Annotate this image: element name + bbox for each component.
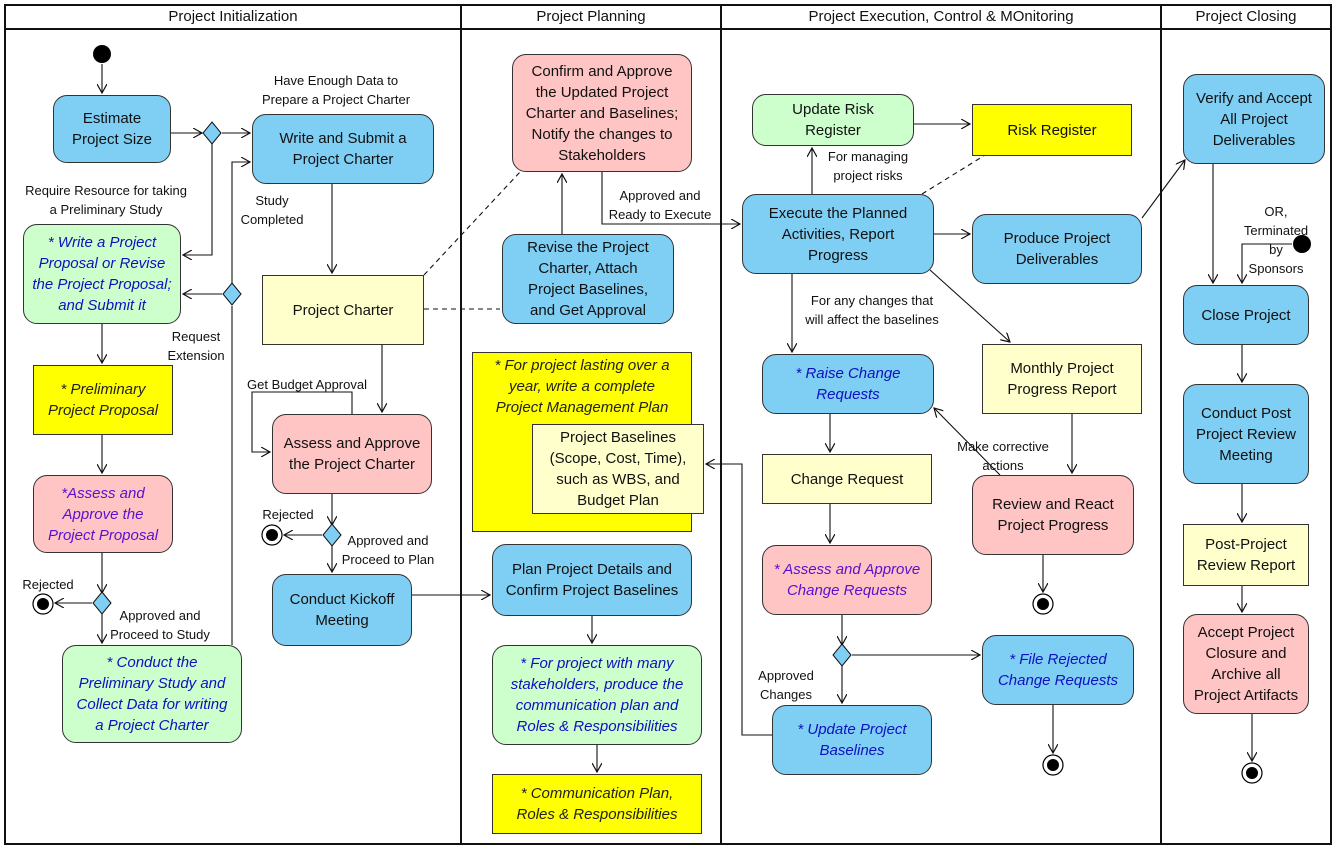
artifact-node-n22: Monthly Project Progress Report bbox=[982, 344, 1142, 414]
edge-label: Approved Changes bbox=[758, 668, 814, 702]
edge-label: Make corrective actions bbox=[957, 439, 1049, 473]
action-node-n27: * Update Project Baselines bbox=[772, 705, 932, 775]
action-node-n29: Close Project bbox=[1183, 285, 1309, 345]
edge-label: Require Resource for taking a Preliminar… bbox=[25, 183, 187, 217]
action-node-n15: * For project with many stakeholders, pr… bbox=[492, 645, 702, 745]
action-node-n17: Update Risk Register bbox=[752, 94, 914, 146]
action-node-n14: Plan Project Details and Confirm Project… bbox=[492, 544, 692, 616]
action-node-n1: Estimate Project Size bbox=[53, 95, 171, 163]
action-node-n21: * Raise Change Requests bbox=[762, 354, 934, 414]
edge-label: Request Extension bbox=[167, 329, 225, 363]
edge-label: Approved and Proceed to Plan bbox=[341, 533, 435, 567]
activity-diagram: Project Initialization Project Planning Pr… bbox=[0, 0, 1335, 849]
edge-label: Rejected bbox=[262, 507, 314, 522]
action-node-n7: * Conduct the Preliminary Study and Coll… bbox=[62, 645, 242, 743]
artifact-node-n5: * Preliminary Project Proposal bbox=[33, 365, 173, 435]
action-node-n20: Produce Project Deliverables bbox=[972, 214, 1142, 284]
artifact-node-n23: Change Request bbox=[762, 454, 932, 504]
action-node-n2: Write and Submit a Project Charter bbox=[252, 114, 434, 184]
edge-label: Approved and Ready to Execute bbox=[608, 188, 712, 222]
action-node-n26: * File Rejected Change Requests bbox=[982, 635, 1134, 705]
artifact-node-n16: * Communication Plan, Roles & Responsibi… bbox=[492, 774, 702, 834]
action-node-n3: * Write a Project Proposal or Revise the… bbox=[23, 224, 181, 324]
edge-label: OR, Terminated by Sponsors bbox=[1243, 204, 1309, 276]
swimlane-title: Project Initialization bbox=[6, 6, 460, 30]
swimlane-title: Project Closing bbox=[1162, 6, 1330, 30]
action-node-n25: * Assess and Approve Change Requests bbox=[762, 545, 932, 615]
action-node-n28: Verify and Accept All Project Deliverabl… bbox=[1183, 74, 1325, 164]
edge-label: For any changes that will affect the bas… bbox=[805, 293, 939, 327]
artifact-node-n13: Project Baselines (Scope, Cost, Time), s… bbox=[532, 424, 704, 514]
action-node-n30: Conduct Post Project Review Meeting bbox=[1183, 384, 1309, 484]
action-node-n32: Accept Project Closure and Archive all P… bbox=[1183, 614, 1309, 714]
artifact-node-n18: Risk Register bbox=[972, 104, 1132, 156]
artifact-node-n31: Post-Project Review Report bbox=[1183, 524, 1309, 586]
artifact-node-n4: Project Charter bbox=[262, 275, 424, 345]
edge-label: Have Enough Data to Prepare a Project Ch… bbox=[261, 73, 411, 107]
action-node-n9: Conduct Kickoff Meeting bbox=[272, 574, 412, 646]
action-node-n11: Revise the Project Charter, Attach Proje… bbox=[502, 234, 674, 324]
edge-label: Approved and Proceed to Study bbox=[110, 608, 210, 642]
action-node-n8: Assess and Approve the Project Charter bbox=[272, 414, 432, 494]
action-node-n6: *Assess and Approve the Project Proposal bbox=[33, 475, 173, 553]
action-node-n24: Review and React Project Progress bbox=[972, 475, 1134, 555]
edge-label: For managing project risks bbox=[827, 149, 909, 183]
action-node-n10: Confirm and Approve the Updated Project … bbox=[512, 54, 692, 172]
edge-label: Study Completed bbox=[240, 193, 304, 227]
swimlane-title: Project Execution, Control & MOnitoring bbox=[722, 6, 1160, 30]
swimlane-title: Project Planning bbox=[462, 6, 720, 30]
edge-label: Get Budget Approval bbox=[247, 377, 367, 392]
edge-label: Rejected bbox=[22, 577, 74, 592]
action-node-n19: Execute the Planned Activities, Report P… bbox=[742, 194, 934, 274]
